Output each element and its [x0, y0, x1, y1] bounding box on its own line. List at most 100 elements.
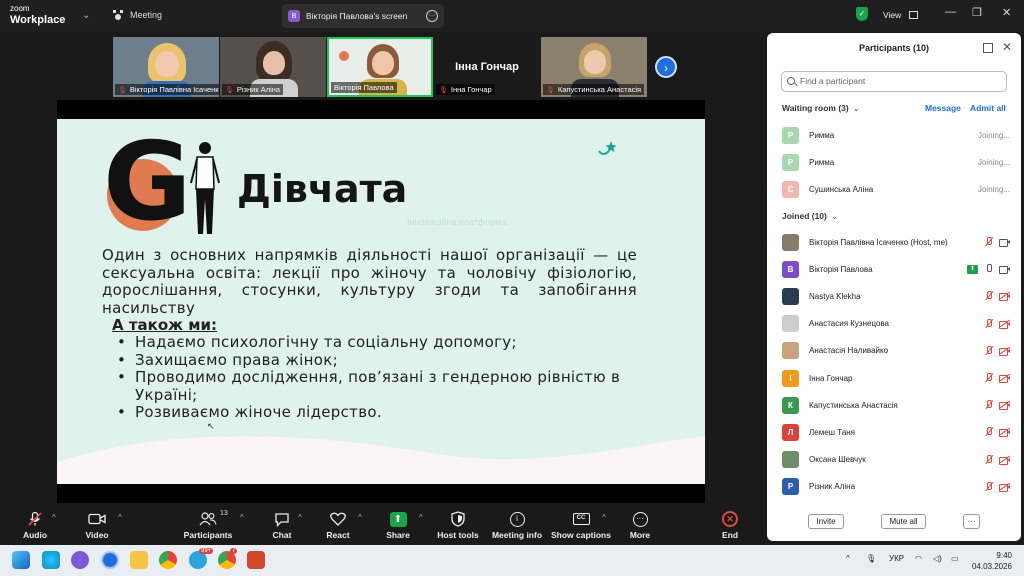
faint-watermark-text: Інноваційна платформа	[407, 217, 507, 227]
chat-caret-icon[interactable]: ^	[298, 513, 302, 522]
more-options-icon[interactable]: ···	[426, 10, 438, 22]
admit-all-button[interactable]: Admit all	[970, 103, 1006, 113]
chrome-icon[interactable]	[159, 551, 177, 569]
presentation-slide: G Дівчата Інноваційна платформа Один з о…	[57, 119, 705, 484]
security-shield-icon[interactable]: ✓	[856, 7, 868, 21]
video-off-icon[interactable]	[999, 482, 1011, 492]
video-button[interactable]: Video	[67, 505, 127, 545]
video-tile[interactable]: Інна Гончар 🎙 Інна Гончар	[434, 37, 540, 97]
video-on-icon[interactable]	[999, 265, 1010, 275]
video-label: Video	[85, 530, 109, 540]
windows-start-icon[interactable]	[12, 551, 30, 569]
joined-label: Joined (10)	[782, 211, 827, 221]
mic-muted-icon[interactable]	[984, 454, 993, 465]
language-indicator[interactable]: УКР	[889, 554, 904, 563]
captions-button[interactable]: CC Show captions	[551, 505, 611, 545]
react-button[interactable]: React	[308, 505, 368, 545]
mic-muted-icon[interactable]	[984, 373, 993, 383]
volume-icon[interactable]: ◁)	[933, 554, 942, 563]
video-off-icon[interactable]	[999, 455, 1011, 465]
meeting-info-button[interactable]: i Meeting info	[487, 505, 547, 545]
view-button[interactable]: View	[876, 5, 924, 25]
video-on-icon[interactable]	[999, 238, 1010, 247]
participant-row[interactable]: Оксана Шевчук	[782, 451, 1011, 469]
viber-icon[interactable]	[71, 551, 89, 569]
audio-caret-icon[interactable]: ^	[52, 513, 56, 522]
more-options-button[interactable]: ···	[963, 514, 980, 529]
video-off-icon[interactable]	[999, 319, 1011, 329]
mic-muted-icon[interactable]	[984, 427, 993, 437]
participant-status-icons	[984, 345, 1011, 356]
mic-muted-icon[interactable]	[984, 291, 993, 301]
participant-row[interactable]: І Інна Гончар	[782, 369, 1011, 387]
mic-muted-icon[interactable]	[984, 400, 993, 410]
slide-paragraph: Один з основних напрямків діяльності наш…	[102, 246, 637, 317]
captions-caret-icon[interactable]: ^	[602, 513, 606, 522]
participant-row[interactable]: Л Лемеш Таня	[782, 423, 1011, 441]
edge-browser-icon[interactable]	[42, 551, 60, 569]
waiting-room-row[interactable]: С Сушинська Аліна Joining...	[782, 180, 1010, 198]
chat-button[interactable]: Chat	[252, 505, 312, 545]
participant-row[interactable]: Nastya Klekha	[782, 287, 1011, 305]
share-button[interactable]: ⬆ Share	[368, 505, 428, 545]
participant-row[interactable]: Вікторія Павлівна Ісаченко (Host, me)	[782, 233, 1010, 251]
system-clock[interactable]: 9:40 04.03.2026	[968, 550, 1012, 572]
joined-header[interactable]: Joined (10) ⌄	[782, 211, 838, 222]
video-caret-icon[interactable]: ^	[118, 513, 122, 522]
react-caret-icon[interactable]: ^	[358, 513, 362, 522]
chevron-up-icon[interactable]: ^	[846, 554, 850, 563]
active-speaker-tile[interactable]: Вікторія Павлова	[327, 37, 433, 97]
shared-screen-pill[interactable]: В Вікторія Павлова's screen ···	[282, 4, 444, 28]
video-tile[interactable]: 🎙 Вікторія Павлівна Ісаченко	[113, 37, 219, 97]
zoom-app-icon[interactable]	[101, 551, 119, 569]
video-off-icon[interactable]	[999, 292, 1011, 302]
powerpoint-icon[interactable]	[247, 551, 265, 569]
share-caret-icon[interactable]: ^	[419, 513, 423, 522]
next-page-arrow-icon[interactable]: ›	[655, 56, 677, 78]
video-off-icon[interactable]	[999, 346, 1011, 356]
close-panel-icon[interactable]: ✕	[1002, 40, 1012, 54]
battery-icon[interactable]: ▭	[951, 554, 959, 563]
end-button[interactable]: ✕ End	[700, 505, 760, 545]
participant-row[interactable]: В Вікторія Павлова ⬆	[782, 260, 1010, 278]
wifi-icon[interactable]: ◠	[915, 554, 922, 563]
waiting-room-row[interactable]: Р Римма Joining...	[782, 126, 1010, 144]
mic-muted-icon[interactable]	[984, 345, 993, 356]
video-off-icon[interactable]	[999, 400, 1011, 411]
participant-face	[584, 50, 606, 74]
audio-button[interactable]: Audio	[5, 505, 65, 545]
more-button[interactable]: ··· More	[610, 505, 670, 545]
participant-row[interactable]: Анастасия Кузнецова	[782, 315, 1011, 333]
meeting-tab[interactable]: Meeting	[112, 9, 162, 21]
participants-button[interactable]: 13 Participants	[178, 505, 238, 545]
video-off-icon[interactable]	[999, 428, 1011, 438]
popout-icon[interactable]	[983, 43, 993, 53]
mic-tray-icon[interactable]: 🎙	[866, 554, 876, 563]
waiting-room-row[interactable]: Р Римма Joining...	[782, 153, 1010, 171]
video-tile[interactable]: 🎙 Капустинська Анастасія	[541, 37, 647, 97]
participant-row[interactable]: Анастасія Наливайко	[782, 342, 1011, 360]
host-tools-button[interactable]: Host tools	[428, 505, 488, 545]
participant-row[interactable]: К Капустинська Анастасія	[782, 396, 1011, 414]
file-explorer-icon[interactable]	[130, 551, 148, 569]
video-tile[interactable]: 🎙 Різник Аліна	[220, 37, 326, 97]
invite-button[interactable]: Invite	[808, 514, 844, 529]
minimize-icon[interactable]: —	[945, 6, 956, 18]
message-button[interactable]: Message	[925, 103, 961, 113]
participant-search-input[interactable]: Find a participant	[781, 71, 1007, 92]
mic-muted-icon[interactable]	[984, 318, 993, 329]
mute-all-button[interactable]: Mute all	[881, 514, 926, 529]
close-window-icon[interactable]: ✕	[1002, 6, 1011, 19]
mic-muted-icon[interactable]	[984, 481, 993, 492]
video-camera-icon	[88, 511, 106, 527]
waiting-room-header[interactable]: Waiting room (3) ⌄	[782, 103, 860, 114]
participants-caret-icon[interactable]: ^	[240, 513, 244, 522]
chevron-down-icon[interactable]: ⌄	[82, 10, 90, 21]
participant-row[interactable]: Р Різник Аліна	[782, 478, 1011, 496]
restore-icon[interactable]: ❐	[972, 6, 982, 19]
participant-name: Анастасія Наливайко	[809, 346, 889, 356]
video-off-icon[interactable]	[999, 373, 1011, 383]
mic-muted-icon[interactable]	[984, 237, 993, 247]
mic-on-icon[interactable]	[984, 264, 993, 274]
zoom-window: zoom Workplace ⌄ Meeting В Вікторія Павл…	[0, 0, 1024, 576]
